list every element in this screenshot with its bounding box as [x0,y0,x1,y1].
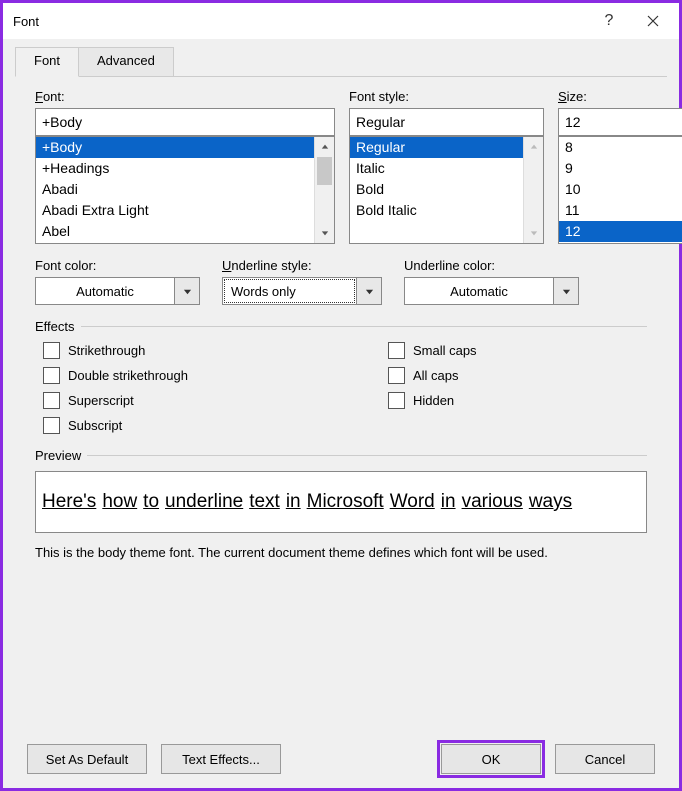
size-input[interactable] [558,108,682,136]
dropdown-arrow-icon[interactable] [356,277,382,305]
font-listbox[interactable]: +Body+HeadingsAbadiAbadi Extra LightAbel [35,136,335,244]
dropdown-arrow-icon[interactable] [174,277,200,305]
tab-advanced[interactable]: Advanced [78,47,174,77]
preview-word: in [286,491,301,513]
size-label: Size: [558,89,682,104]
close-icon [647,15,659,27]
scroll-down-icon[interactable] [524,223,543,243]
help-button[interactable]: ? [587,6,631,36]
subscript-check[interactable]: Subscript [43,417,188,434]
ulcolor-label: Underline color: [404,258,579,273]
list-item[interactable]: 8 [559,137,682,158]
list-item[interactable]: +Body [36,137,314,158]
scroll-down-icon[interactable] [315,223,334,243]
list-item[interactable]: Abel [36,221,314,242]
ok-button[interactable]: OK [441,744,541,774]
smallcaps-check[interactable]: Small caps [388,342,477,359]
set-default-button[interactable]: Set As Default [27,744,147,774]
fontcolor-value: Automatic [35,277,175,305]
tab-strip: Font Advanced [15,47,667,77]
preview-heading: Preview [35,448,81,463]
checkbox-icon [43,417,60,434]
font-scrollbar[interactable] [314,137,334,243]
underline-label: Underline style: [222,258,382,273]
size-listbox[interactable]: 89101112 [558,136,682,244]
checkbox-icon [388,342,405,359]
font-input[interactable] [35,108,335,136]
preview-word: Microsoft [307,491,384,513]
preview-word: ways [529,491,572,513]
list-item[interactable]: 11 [559,200,682,221]
checkbox-icon [43,392,60,409]
checkbox-icon [388,392,405,409]
list-item[interactable]: 9 [559,158,682,179]
preview-word: in [441,491,456,513]
checkbox-icon [43,342,60,359]
preview-word: to [143,491,159,513]
ulcolor-dropdown[interactable]: Automatic [404,277,579,305]
effects-heading: Effects [35,319,75,334]
list-item[interactable]: Abadi Extra Light [36,200,314,221]
list-item[interactable]: 12 [559,221,682,242]
ulcolor-value: Automatic [404,277,554,305]
underline-value: Words only [222,277,357,305]
fontcolor-dropdown[interactable]: Automatic [35,277,200,305]
underline-dropdown[interactable]: Words only [222,277,382,305]
close-button[interactable] [631,6,675,36]
titlebar: Font ? [3,3,679,39]
checkbox-icon [388,367,405,384]
list-item[interactable]: +Headings [36,158,314,179]
font-dialog: Font ? Font Advanced Font: +Body+Heading… [3,3,679,788]
strikethrough-check[interactable]: Strikethrough [43,342,188,359]
preview-word: Here's [42,491,96,513]
preview-description: This is the body theme font. The current… [15,533,667,560]
preview-word: underline [165,491,243,513]
preview-word: Word [390,491,435,513]
list-item[interactable]: Italic [350,158,523,179]
tab-advanced-label: Advanced [97,53,155,68]
list-item[interactable]: 10 [559,179,682,200]
superscript-check[interactable]: Superscript [43,392,188,409]
preview-word: various [462,491,523,513]
text-effects-button[interactable]: Text Effects... [161,744,281,774]
list-item[interactable]: Abadi [36,179,314,200]
list-item[interactable]: Bold [350,179,523,200]
font-label: Font: [35,89,335,104]
style-label: Font style: [349,89,544,104]
tab-font-label: Font [34,53,60,68]
allcaps-check[interactable]: All caps [388,367,477,384]
dropdown-arrow-icon[interactable] [553,277,579,305]
cancel-button[interactable]: Cancel [555,744,655,774]
list-item[interactable]: Regular [350,137,523,158]
preview-box: Here'showtounderlinetextinMicrosoftWordi… [35,471,647,533]
preview-word: how [102,491,137,513]
style-listbox[interactable]: RegularItalicBoldBold Italic [349,136,544,244]
preview-word: text [249,491,280,513]
double-strike-check[interactable]: Double strikethrough [43,367,188,384]
scroll-up-icon[interactable] [315,137,334,157]
fontcolor-label: Font color: [35,258,200,273]
dialog-title: Font [13,14,587,29]
checkbox-icon [43,367,60,384]
list-item[interactable]: Bold Italic [350,200,523,221]
style-scrollbar[interactable] [523,137,543,243]
style-input[interactable] [349,108,544,136]
scroll-up-icon[interactable] [524,137,543,157]
hidden-check[interactable]: Hidden [388,392,477,409]
tab-font[interactable]: Font [15,47,79,77]
